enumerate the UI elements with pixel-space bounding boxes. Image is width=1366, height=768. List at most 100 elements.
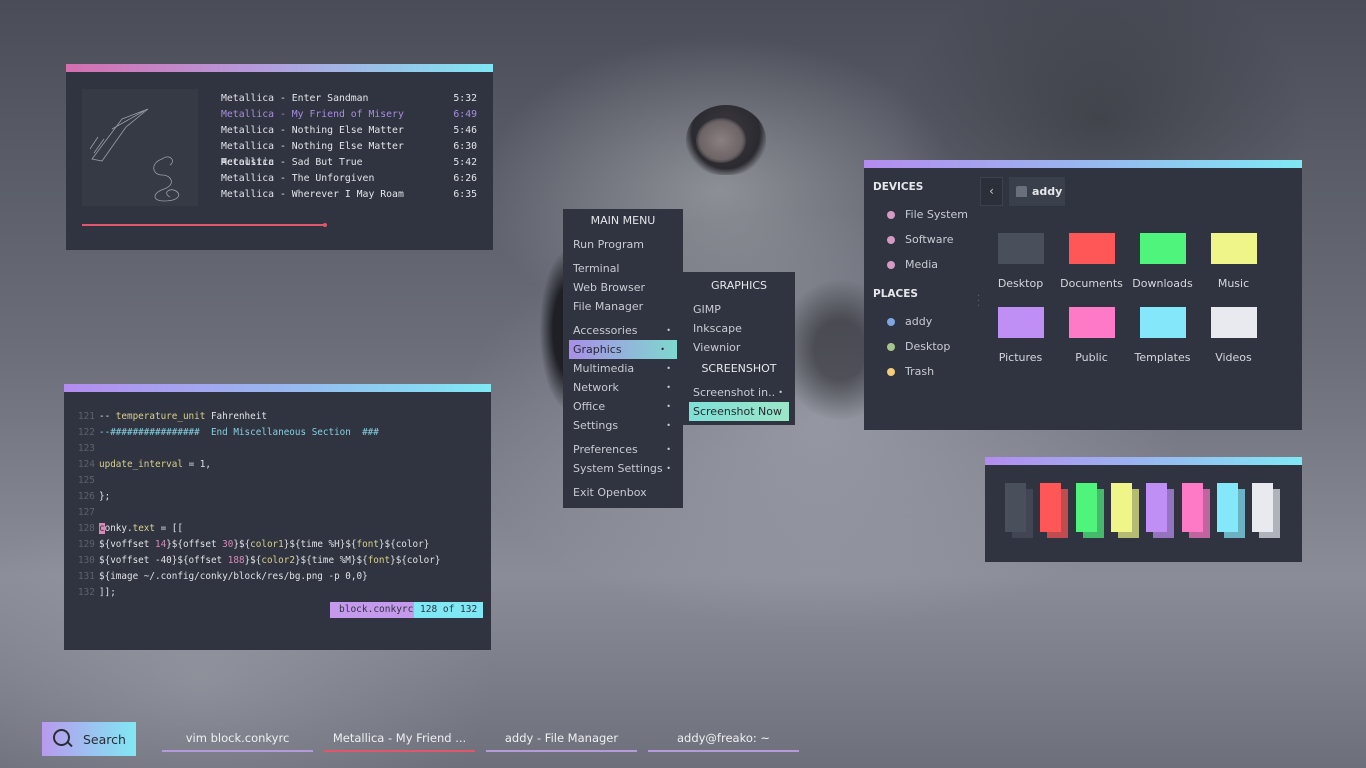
color-palette-widget bbox=[985, 457, 1302, 562]
editor-header-bar bbox=[64, 384, 491, 392]
code-area[interactable]: 121 -- temperature_unit Fahrenheit 122 --##… bbox=[78, 409, 440, 601]
fm-header-bar bbox=[864, 160, 1302, 168]
line-number: 126 bbox=[78, 491, 95, 502]
menu-item-graphics[interactable]: Graphics • bbox=[569, 340, 677, 359]
menu-item-label: Network bbox=[573, 381, 619, 394]
track-time: 6:49 bbox=[453, 109, 477, 120]
folder-templates[interactable]: Templates bbox=[1127, 307, 1198, 364]
sidebar-item-software[interactable]: Software bbox=[873, 233, 978, 258]
taskbar-item[interactable]: Metallica - My Friend ... bbox=[324, 724, 475, 752]
folder-label: Desktop bbox=[997, 277, 1044, 290]
track-time: 5:46 bbox=[453, 125, 477, 136]
track-title: Metallica - Nothing Else Matter Accousti… bbox=[221, 141, 404, 168]
menu-item-gimp[interactable]: GIMP bbox=[683, 300, 795, 319]
taskbar-item-underline bbox=[324, 750, 475, 752]
folder-label: Templates bbox=[1134, 351, 1191, 364]
taskbar-item-label: addy@freako: ~ bbox=[676, 731, 771, 745]
line-text: ${image ~/.config/conky/block/res/bg.png… bbox=[99, 571, 368, 582]
sidebar-item-trash[interactable]: Trash bbox=[873, 365, 978, 390]
track-row[interactable]: Metallica - Wherever I May Roam 6:35 bbox=[221, 187, 477, 203]
search-icon bbox=[53, 729, 73, 749]
taskbar-item-label: vim block.conkyrc bbox=[185, 731, 290, 745]
menu-item-accessories[interactable]: Accessories • bbox=[563, 321, 683, 340]
taskbar-item[interactable]: vim block.conkyrc bbox=[162, 724, 313, 752]
menu-item-preferences[interactable]: Preferences • bbox=[563, 440, 683, 459]
folder-desktop[interactable]: Desktop bbox=[985, 233, 1056, 290]
sidebar-item-media[interactable]: Media bbox=[873, 258, 978, 283]
taskbar-item[interactable]: addy - File Manager bbox=[486, 724, 637, 752]
submenu-arrow-icon: • bbox=[666, 402, 671, 411]
folder-documents[interactable]: Documents bbox=[1056, 233, 1127, 290]
color-swatch bbox=[1216, 483, 1247, 538]
menu-item-label: Multimedia bbox=[573, 362, 635, 375]
screenshot-menu-title: SCREENSHOT bbox=[701, 362, 777, 375]
graphics-submenu: GRAPHICS GIMP Inkscape Viewnior SCREENSHOT… bbox=[683, 272, 795, 425]
track-time: 6:26 bbox=[453, 173, 477, 184]
color-swatch bbox=[1181, 483, 1212, 538]
menu-item-settings[interactable]: Settings • bbox=[563, 416, 683, 435]
menu-item-viewnior[interactable]: Viewnior bbox=[683, 338, 795, 357]
menu-item-exit-openbox[interactable]: Exit Openbox bbox=[563, 483, 683, 502]
code-line: 131 ${image ~/.config/conky/block/res/bg.… bbox=[78, 569, 440, 585]
submenu-arrow-icon: • bbox=[660, 345, 665, 354]
line-text: conky.text = [[ bbox=[99, 523, 183, 534]
folder-label: Downloads bbox=[1132, 277, 1193, 290]
path-breadcrumb[interactable]: addy bbox=[1009, 177, 1065, 206]
track-row[interactable]: Metallica - Sad But True 5:42 bbox=[221, 155, 477, 171]
track-title: Metallica - Wherever I May Roam bbox=[221, 189, 404, 200]
code-line: 124 update_interval = 1, bbox=[78, 457, 440, 473]
line-text: }; bbox=[99, 491, 111, 502]
sidebar-item-addy[interactable]: addy bbox=[873, 315, 978, 340]
sidebar-item-file-system[interactable]: File System bbox=[873, 208, 978, 233]
folder-music[interactable]: Music bbox=[1198, 233, 1269, 290]
folder-icon bbox=[1139, 233, 1186, 264]
track-row[interactable]: Metallica - Nothing Else Matter 5:46 bbox=[221, 123, 477, 139]
track-row[interactable]: Metallica - The Unforgiven 6:26 bbox=[221, 171, 477, 187]
menu-item-multimedia[interactable]: Multimedia • bbox=[563, 359, 683, 378]
line-number: 125 bbox=[78, 475, 95, 486]
menu-item-network[interactable]: Network • bbox=[563, 378, 683, 397]
search-label: Search bbox=[83, 731, 126, 747]
line-number: 127 bbox=[78, 507, 95, 518]
sidebar-item-label: Trash bbox=[905, 365, 935, 378]
back-button[interactable]: ‹ bbox=[980, 177, 1003, 206]
menu-item-office[interactable]: Office • bbox=[563, 397, 683, 416]
menu-item-web-browser[interactable]: Web Browser bbox=[563, 278, 683, 297]
code-line: 123 bbox=[78, 441, 440, 457]
color-swatch bbox=[1040, 483, 1070, 538]
taskbar-item[interactable]: addy@freako: ~ bbox=[648, 724, 799, 752]
folder-downloads[interactable]: Downloads bbox=[1127, 233, 1198, 290]
taskbar-item-label: Metallica - My Friend ... bbox=[332, 731, 467, 745]
taskbar-item-underline bbox=[648, 750, 799, 752]
search-button[interactable]: Search bbox=[42, 722, 136, 756]
menu-item-screenshot-now[interactable]: Screenshot Now bbox=[689, 402, 789, 421]
folder-videos[interactable]: Videos bbox=[1198, 307, 1269, 364]
music-header-bar bbox=[66, 64, 493, 72]
playback-progress-bar[interactable] bbox=[82, 223, 328, 227]
fm-sidebar: DEVICES File System Software Media PLACES … bbox=[873, 180, 978, 390]
path-label: addy bbox=[1032, 185, 1063, 198]
track-time: 5:42 bbox=[453, 157, 477, 168]
folder-public[interactable]: Public bbox=[1056, 307, 1127, 364]
menu-item-terminal[interactable]: Terminal bbox=[563, 259, 683, 278]
folder-icon bbox=[1068, 233, 1115, 264]
menu-item-run-program[interactable]: Run Program bbox=[563, 235, 683, 254]
line-text: ${voffset 14}${offset 30}${color1}${time… bbox=[99, 539, 430, 550]
folder-pictures[interactable]: Pictures bbox=[985, 307, 1056, 364]
sidebar-item-desktop[interactable]: Desktop bbox=[873, 340, 978, 365]
folder-label: Pictures bbox=[998, 351, 1043, 364]
menu-item-system-settings[interactable]: System Settings • bbox=[563, 459, 683, 478]
folder-label: Videos bbox=[1215, 351, 1252, 364]
menu-item-inkscape[interactable]: Inkscape bbox=[683, 319, 795, 338]
track-row[interactable]: Metallica - My Friend of Misery 6:49 bbox=[221, 107, 477, 123]
sidebar-resize-handle[interactable]: · · · bbox=[977, 292, 980, 312]
track-title: Metallica - My Friend of Misery bbox=[221, 109, 404, 120]
track-row[interactable]: Metallica - Enter Sandman 5:32 bbox=[221, 91, 477, 107]
menu-item-file-manager[interactable]: File Manager bbox=[563, 297, 683, 316]
menu-item-label: Terminal bbox=[573, 262, 620, 275]
track-row[interactable]: Metallica - Nothing Else Matter Accousti… bbox=[221, 139, 477, 168]
line-number: 130 bbox=[78, 555, 95, 566]
menu-item-screenshot-in-[interactable]: Screenshot in.. • bbox=[683, 383, 795, 402]
main-menu-title: MAIN MENU bbox=[590, 214, 656, 227]
track-title: Metallica - Enter Sandman bbox=[221, 93, 369, 104]
